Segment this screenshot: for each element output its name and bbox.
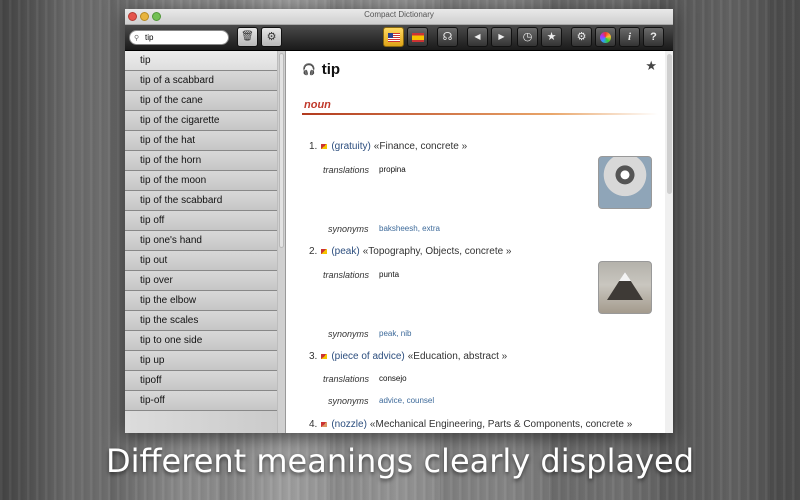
headword: tip xyxy=(321,61,341,78)
us-flag-icon xyxy=(387,32,400,42)
color-button[interactable] xyxy=(595,27,616,47)
entry-panel: 🎧 tip ★ noun 1. (gratuity) «Finance, con… xyxy=(286,51,673,433)
translations-label: translations xyxy=(323,270,370,280)
word-list-item[interactable]: tip-off xyxy=(125,391,278,411)
snow-cap-shape xyxy=(619,272,631,281)
sense-number: 4. xyxy=(309,419,318,430)
pronounce-button[interactable]: ☊ xyxy=(437,27,458,47)
sense-2-image[interactable] xyxy=(598,261,652,314)
translation-value: propina xyxy=(379,165,406,174)
word-list-item[interactable]: tip over xyxy=(125,271,278,291)
translation-value: consejo xyxy=(379,374,407,383)
sense-3: 3. (piece of advice) «Education, abstrac… xyxy=(309,351,507,362)
synonyms-value[interactable]: peak, nib xyxy=(379,329,411,338)
forward-button[interactable]: ▶ xyxy=(491,27,512,47)
sense-meaning[interactable]: (piece of advice) xyxy=(331,351,404,362)
search-input[interactable] xyxy=(145,33,225,42)
word-list-scroll-thumb[interactable] xyxy=(279,53,284,248)
entry-scroll-thumb[interactable] xyxy=(667,54,672,194)
sense-1-image[interactable] xyxy=(598,156,652,209)
word-list-item[interactable]: tip of a scabbard xyxy=(125,71,278,91)
word-list-item[interactable]: tip of the moon xyxy=(125,171,278,191)
sense-labels: «Mechanical Engineering, Parts & Compone… xyxy=(369,419,633,430)
sense-meaning[interactable]: (peak) xyxy=(331,246,359,257)
color-wheel-icon xyxy=(600,31,611,43)
word-list-item[interactable]: tip of the cigarette xyxy=(125,111,278,131)
toolbar: ⚲ 🗑 ⚙ ☊ ◀ ▶ ◷ ★ ⚙ i ? xyxy=(125,25,673,51)
sense-1: 1. (gratuity) «Finance, concrete » xyxy=(309,141,467,152)
title-bar: Compact Dictionary xyxy=(125,9,673,25)
english-flag-button[interactable] xyxy=(383,27,404,47)
translation-value: punta xyxy=(379,270,400,279)
settings-button[interactable]: ⚙ xyxy=(571,27,592,47)
word-list-item[interactable]: tip out xyxy=(125,251,278,271)
question-icon: ? xyxy=(650,30,657,43)
sense-meaning[interactable]: (gratuity) xyxy=(331,141,370,152)
word-list-item[interactable]: tip one's hand xyxy=(125,231,278,251)
gear-icon: ⚙ xyxy=(576,30,587,43)
word-list-item[interactable]: tip off xyxy=(125,211,278,231)
sense-number: 3. xyxy=(309,351,318,362)
sense-number: 2. xyxy=(309,246,318,257)
part-of-speech: noun xyxy=(304,99,331,111)
translations-label: translations xyxy=(323,374,370,384)
history-button[interactable]: ◷ xyxy=(517,27,538,47)
word-list-scrollbar[interactable] xyxy=(277,51,285,433)
word-list-item[interactable]: tip of the horn xyxy=(125,151,278,171)
pos-divider xyxy=(302,113,658,115)
translations-label: translations xyxy=(323,165,370,175)
word-list-item[interactable]: tip the elbow xyxy=(125,291,278,311)
word-list-item[interactable]: tip of the hat xyxy=(125,131,278,151)
sense-labels: «Finance, concrete » xyxy=(373,141,468,152)
word-list-item[interactable]: tip the scales xyxy=(125,311,278,331)
word-list-item[interactable]: tip to one side xyxy=(125,331,278,351)
synonyms-value[interactable]: baksheesh, extra xyxy=(379,224,440,233)
chevron-right-icon: ▶ xyxy=(498,32,505,41)
sense-labels: «Education, abstract » xyxy=(407,351,508,362)
search-options-button[interactable]: ⚙ xyxy=(261,27,282,47)
word-list-item[interactable]: tip up xyxy=(125,351,278,371)
entry-scrollbar[interactable] xyxy=(665,51,673,433)
gears-icon: ⚙ xyxy=(266,30,277,43)
synonyms-value[interactable]: advice, counsel xyxy=(379,396,434,405)
clock-icon: ◷ xyxy=(522,30,533,43)
info-button[interactable]: i xyxy=(619,27,640,47)
synonyms-label: synonyms xyxy=(328,396,369,406)
sense-meaning[interactable]: (nozzle) xyxy=(331,419,367,430)
back-button[interactable]: ◀ xyxy=(467,27,488,47)
word-list-item[interactable]: tip of the cane xyxy=(125,91,278,111)
delete-button[interactable]: 🗑 xyxy=(237,27,258,47)
sense-labels: «Topography, Objects, concrete » xyxy=(362,246,512,257)
entry-heading: 🎧 tip xyxy=(302,61,340,78)
category-flag-icon xyxy=(321,422,328,427)
word-list-item[interactable]: tipoff xyxy=(125,371,278,391)
spanish-flag-icon xyxy=(411,32,424,42)
synonyms-label: synonyms xyxy=(328,329,369,339)
trash-icon: 🗑 xyxy=(241,31,254,42)
help-button[interactable]: ? xyxy=(643,27,664,47)
headphones-icon: ☊ xyxy=(442,30,453,43)
star-icon: ★ xyxy=(546,30,557,43)
sense-4: 4. (nozzle) «Mechanical Engineering, Par… xyxy=(309,419,632,430)
sense-number: 1. xyxy=(309,141,318,152)
app-window: Compact Dictionary ⚲ 🗑 ⚙ ☊ ◀ ▶ ◷ ★ ⚙ i ?… xyxy=(125,9,673,433)
headphones-icon[interactable]: 🎧 xyxy=(302,63,316,76)
info-icon: i xyxy=(627,30,632,43)
category-flag-icon xyxy=(321,144,328,149)
search-icon: ⚲ xyxy=(134,34,140,42)
spanish-flag-button[interactable] xyxy=(407,27,428,47)
sense-2: 2. (peak) «Topography, Objects, concrete… xyxy=(309,246,512,257)
word-list-item[interactable]: tip xyxy=(125,51,278,71)
category-flag-icon xyxy=(321,354,328,359)
favorites-button[interactable]: ★ xyxy=(541,27,562,47)
window-title: Compact Dictionary xyxy=(364,10,434,19)
category-flag-icon xyxy=(321,249,328,254)
favorite-star-icon[interactable]: ★ xyxy=(645,58,657,74)
word-list-item[interactable]: tip of the scabbard xyxy=(125,191,278,211)
synonyms-label: synonyms xyxy=(328,224,369,234)
promo-caption: Different meanings clearly displayed xyxy=(105,442,695,480)
chevron-left-icon: ◀ xyxy=(474,32,481,41)
search-field[interactable]: ⚲ xyxy=(129,30,229,45)
word-list: tip tip of a scabbard tip of the cane tip o… xyxy=(125,51,286,433)
